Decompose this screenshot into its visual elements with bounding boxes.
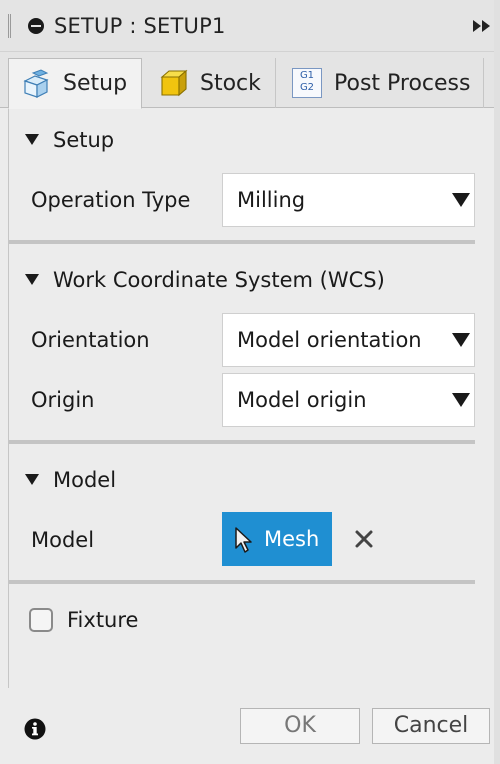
stop-circle-icon	[28, 18, 44, 34]
drag-grip-icon[interactable]	[8, 14, 11, 38]
section-divider	[9, 440, 475, 444]
section-divider	[9, 240, 475, 244]
tab-post-process[interactable]: G1 G2 Post Process	[280, 58, 484, 108]
g1-g2-code-icon: G1 G2	[292, 68, 322, 98]
dialog-footer: OK Cancel	[0, 688, 500, 764]
dropdown-caret-icon	[452, 393, 470, 407]
tab-setup[interactable]: Setup	[8, 58, 142, 109]
collapse-triangle-icon	[25, 273, 39, 285]
origin-label: Origin	[31, 388, 95, 412]
tab-stock[interactable]: Stock	[146, 58, 276, 108]
fixture-label: Fixture	[67, 608, 139, 632]
setup-cube-icon	[23, 68, 49, 98]
clear-selection-icon[interactable]	[353, 528, 375, 550]
ok-button[interactable]: OK	[240, 708, 360, 744]
model-label: Model	[31, 528, 95, 552]
tab-stock-label: Stock	[200, 70, 261, 96]
fixture-checkbox[interactable]	[29, 608, 53, 632]
window-edge	[494, 0, 500, 764]
tab-post-process-label: Post Process	[334, 70, 471, 96]
operation-type-label: Operation Type	[31, 188, 191, 212]
tab-setup-label: Setup	[63, 71, 128, 96]
setup-dialog: SETUP : SETUP1 Setup Stock G1 G2 Post Pr…	[0, 0, 500, 764]
collapse-triangle-icon	[25, 133, 39, 145]
tab-strip: Setup Stock G1 G2 Post Process	[0, 52, 500, 109]
cancel-button[interactable]: Cancel	[372, 708, 490, 744]
title-bar[interactable]: SETUP : SETUP1	[0, 0, 500, 52]
operation-type-select[interactable]: Milling	[222, 173, 475, 227]
info-icon[interactable]	[24, 718, 46, 740]
cursor-arrow-icon	[235, 527, 252, 553]
wcs-section-header[interactable]: Work Coordinate System (WCS)	[25, 266, 385, 294]
orientation-label: Orientation	[31, 328, 150, 352]
model-mesh-button[interactable]: Mesh	[222, 512, 332, 566]
fast-forward-icon[interactable]	[472, 18, 492, 34]
dropdown-caret-icon	[452, 333, 470, 347]
dialog-title: SETUP : SETUP1	[54, 14, 226, 38]
setup-section-header[interactable]: Setup	[25, 126, 114, 154]
collapse-triangle-icon	[25, 473, 39, 485]
orientation-select[interactable]: Model orientation	[222, 313, 475, 367]
section-divider	[9, 580, 475, 584]
stock-box-icon	[160, 69, 188, 97]
setup-panel: Setup Operation Type Milling Work Coordi…	[8, 108, 484, 688]
dropdown-caret-icon	[452, 193, 470, 207]
model-section-header[interactable]: Model	[25, 466, 116, 494]
origin-select[interactable]: Model origin	[222, 373, 475, 427]
